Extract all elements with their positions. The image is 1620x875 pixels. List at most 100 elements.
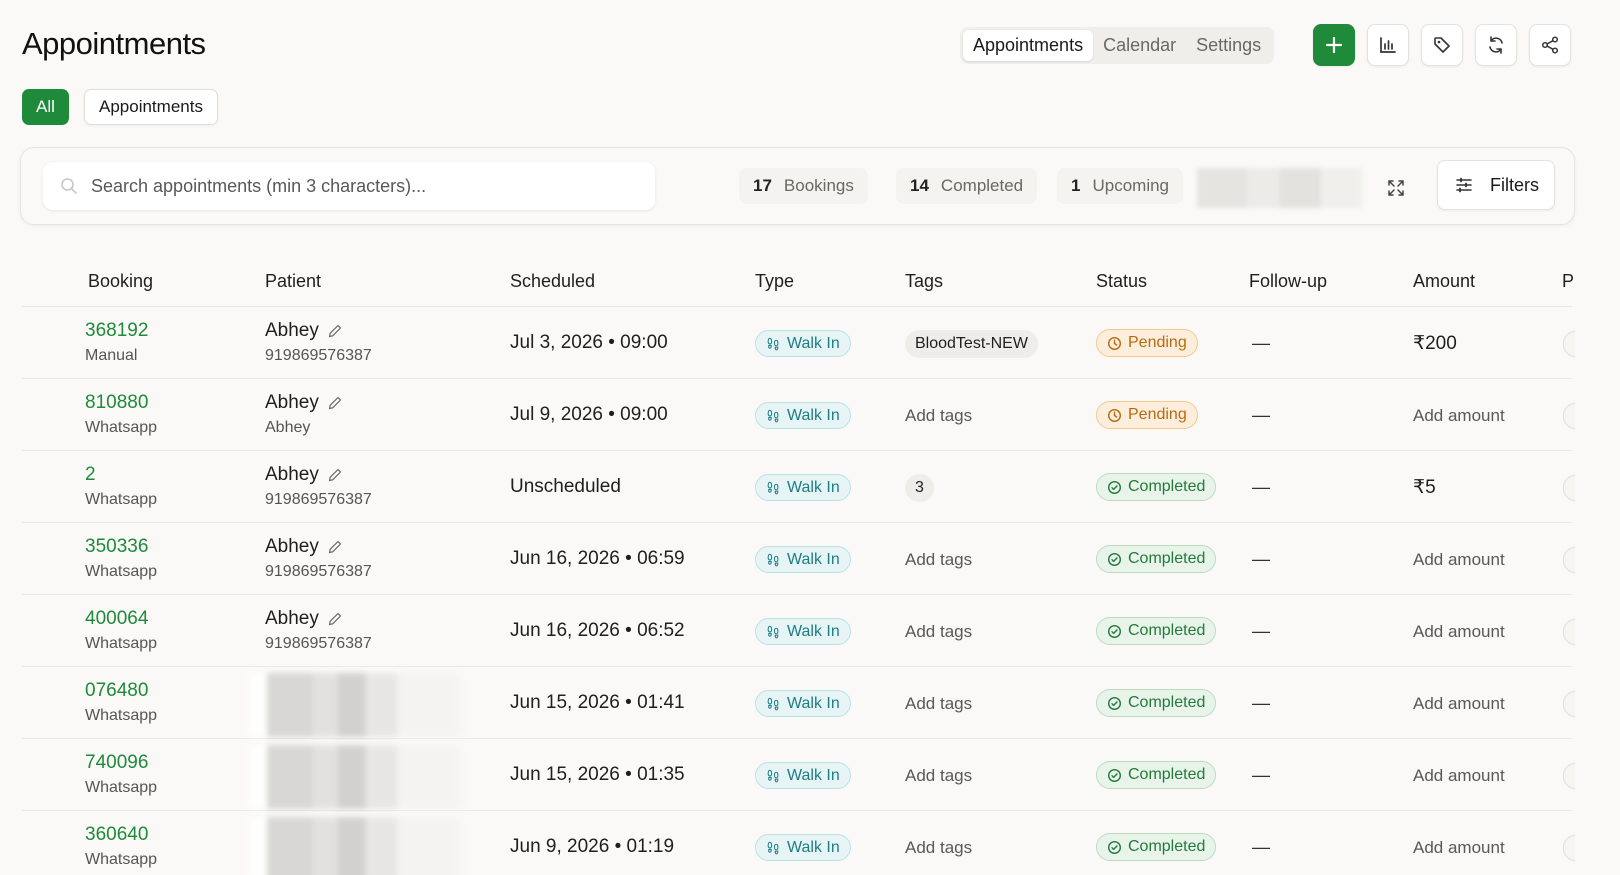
- add-amount-link[interactable]: Add amount: [1413, 406, 1505, 426]
- add-amount-link[interactable]: Add amount: [1413, 838, 1505, 858]
- type-badge[interactable]: Walk In: [755, 834, 851, 861]
- scheduled-time: Unscheduled: [510, 476, 621, 497]
- type-badge[interactable]: Walk In: [755, 690, 851, 717]
- type-badge[interactable]: Walk In: [755, 474, 851, 501]
- booking-id-link[interactable]: 400064: [85, 608, 148, 630]
- col-tags[interactable]: Tags: [905, 271, 943, 292]
- patient-name[interactable]: Abhey: [265, 608, 343, 630]
- pencil-icon[interactable]: [327, 323, 343, 339]
- tag-pill[interactable]: 3: [905, 474, 934, 502]
- booking-id-link[interactable]: 810880: [85, 392, 148, 414]
- add-tags-link[interactable]: Add tags: [905, 766, 972, 786]
- type-badge[interactable]: Walk In: [755, 618, 851, 645]
- row-action-handle[interactable]: [1563, 403, 1575, 429]
- pencil-icon[interactable]: [327, 467, 343, 483]
- refresh-button[interactable]: [1475, 24, 1517, 66]
- patient-name[interactable]: Abhey: [265, 392, 343, 414]
- footprints-icon: [767, 697, 779, 711]
- add-appointment-button[interactable]: [1313, 24, 1355, 66]
- status-badge[interactable]: Completed: [1096, 761, 1217, 789]
- tab-calendar[interactable]: Calendar: [1093, 30, 1186, 61]
- add-tags-link[interactable]: Add tags: [905, 550, 972, 570]
- booking-id-link[interactable]: 360640: [85, 824, 148, 846]
- add-amount-link[interactable]: Add amount: [1413, 622, 1505, 642]
- col-status[interactable]: Status: [1096, 271, 1147, 292]
- tab-settings[interactable]: Settings: [1186, 30, 1271, 61]
- pencil-icon[interactable]: [327, 395, 343, 411]
- followup-value: —: [1252, 621, 1270, 641]
- filters-button[interactable]: Filters: [1437, 160, 1555, 210]
- booking-id-link[interactable]: 368192: [85, 320, 148, 342]
- col-booking[interactable]: Booking: [88, 271, 153, 292]
- search-box[interactable]: [43, 162, 655, 210]
- type-badge[interactable]: Walk In: [755, 546, 851, 573]
- booking-source: Whatsapp: [85, 779, 158, 796]
- status-badge[interactable]: Pending: [1096, 329, 1198, 357]
- amount-value[interactable]: ₹200: [1413, 332, 1457, 355]
- row-action-handle[interactable]: [1563, 547, 1575, 573]
- col-type[interactable]: Type: [755, 271, 794, 292]
- share-button[interactable]: [1529, 24, 1571, 66]
- status-badge[interactable]: Completed: [1096, 833, 1217, 861]
- add-tags-link[interactable]: Add tags: [905, 838, 972, 858]
- type-badge[interactable]: Walk In: [755, 330, 851, 357]
- status-badge[interactable]: Completed: [1096, 545, 1217, 573]
- add-tags-link[interactable]: Add tags: [905, 694, 972, 714]
- col-followup[interactable]: Follow-up: [1249, 271, 1327, 292]
- add-amount-link[interactable]: Add amount: [1413, 766, 1505, 786]
- row-action-handle[interactable]: [1563, 763, 1575, 789]
- scheduled-time: Jul 9, 2026 • 09:00: [510, 404, 668, 425]
- fullscreen-button[interactable]: [1379, 171, 1413, 205]
- add-amount-link[interactable]: Add amount: [1413, 694, 1505, 714]
- patient-name[interactable]: Abhey: [265, 536, 343, 558]
- add-tags-link[interactable]: Add tags: [905, 622, 972, 642]
- row-action-handle[interactable]: [1563, 475, 1575, 501]
- tab-appointments[interactable]: Appointments: [963, 30, 1094, 61]
- row-action-handle[interactable]: [1563, 691, 1575, 717]
- table-row[interactable]: 350336 Whatsapp Abhey 919869576387 Jun 16, 2…: [22, 523, 1575, 595]
- booking-id-link[interactable]: 740096: [85, 752, 148, 774]
- col-amount[interactable]: Amount: [1413, 271, 1475, 292]
- status-badge[interactable]: Completed: [1096, 473, 1217, 501]
- filter-appointments-chip[interactable]: Appointments: [84, 89, 218, 125]
- table-row[interactable]: 2 Whatsapp Abhey 919869576387 Unscheduled Wal…: [22, 451, 1575, 523]
- followup-value: —: [1252, 405, 1270, 425]
- col-patient[interactable]: Patient: [265, 271, 321, 292]
- pencil-icon[interactable]: [327, 539, 343, 555]
- table-row[interactable]: 810880 Whatsapp Abhey Abhey Jul 9, 2026 • 09…: [22, 379, 1575, 451]
- tag-pill[interactable]: BloodTest-NEW: [905, 330, 1038, 358]
- add-amount-link[interactable]: Add amount: [1413, 550, 1505, 570]
- footprints-icon: [767, 553, 779, 567]
- row-action-handle[interactable]: [1563, 331, 1575, 357]
- table-row[interactable]: 740096 Whatsapp Jun 15, 2026 • 01:35 Walk I…: [22, 739, 1575, 811]
- pencil-icon[interactable]: [327, 611, 343, 627]
- followup-value: —: [1252, 693, 1270, 713]
- booking-id-link[interactable]: 350336: [85, 536, 148, 558]
- table-row[interactable]: 076480 Whatsapp Jun 15, 2026 • 01:41 Walk I…: [22, 667, 1575, 739]
- type-badge[interactable]: Walk In: [755, 402, 851, 429]
- table-row[interactable]: 368192 Manual Abhey 919869576387 Jul 3, 2026…: [22, 307, 1575, 379]
- search-input[interactable]: [91, 175, 611, 197]
- type-badge[interactable]: Walk In: [755, 762, 851, 789]
- analytics-button[interactable]: [1367, 24, 1409, 66]
- footprints-icon: [767, 337, 779, 351]
- status-badge[interactable]: Completed: [1096, 617, 1217, 645]
- bookings-count: 17: [753, 176, 772, 195]
- table-row[interactable]: 360640 Whatsapp Jun 9, 2026 • 01:19 Walk In…: [22, 811, 1575, 875]
- col-p[interactable]: P: [1562, 271, 1574, 292]
- status-badge[interactable]: Pending: [1096, 401, 1198, 429]
- filter-all-chip[interactable]: All: [22, 89, 69, 125]
- col-scheduled[interactable]: Scheduled: [510, 271, 595, 292]
- patient-name[interactable]: Abhey: [265, 320, 343, 342]
- table-body: 368192 Manual Abhey 919869576387 Jul 3, 2026…: [22, 307, 1575, 875]
- booking-id-link[interactable]: 2: [85, 464, 96, 486]
- amount-value[interactable]: ₹5: [1413, 476, 1436, 499]
- status-badge[interactable]: Completed: [1096, 689, 1217, 717]
- row-action-handle[interactable]: [1563, 835, 1575, 861]
- row-action-handle[interactable]: [1563, 619, 1575, 645]
- booking-id-link[interactable]: 076480: [85, 680, 148, 702]
- patient-name[interactable]: Abhey: [265, 464, 343, 486]
- table-row[interactable]: 400064 Whatsapp Abhey 919869576387 Jun 16, 2…: [22, 595, 1575, 667]
- add-tags-link[interactable]: Add tags: [905, 406, 972, 426]
- tags-button[interactable]: [1421, 24, 1463, 66]
